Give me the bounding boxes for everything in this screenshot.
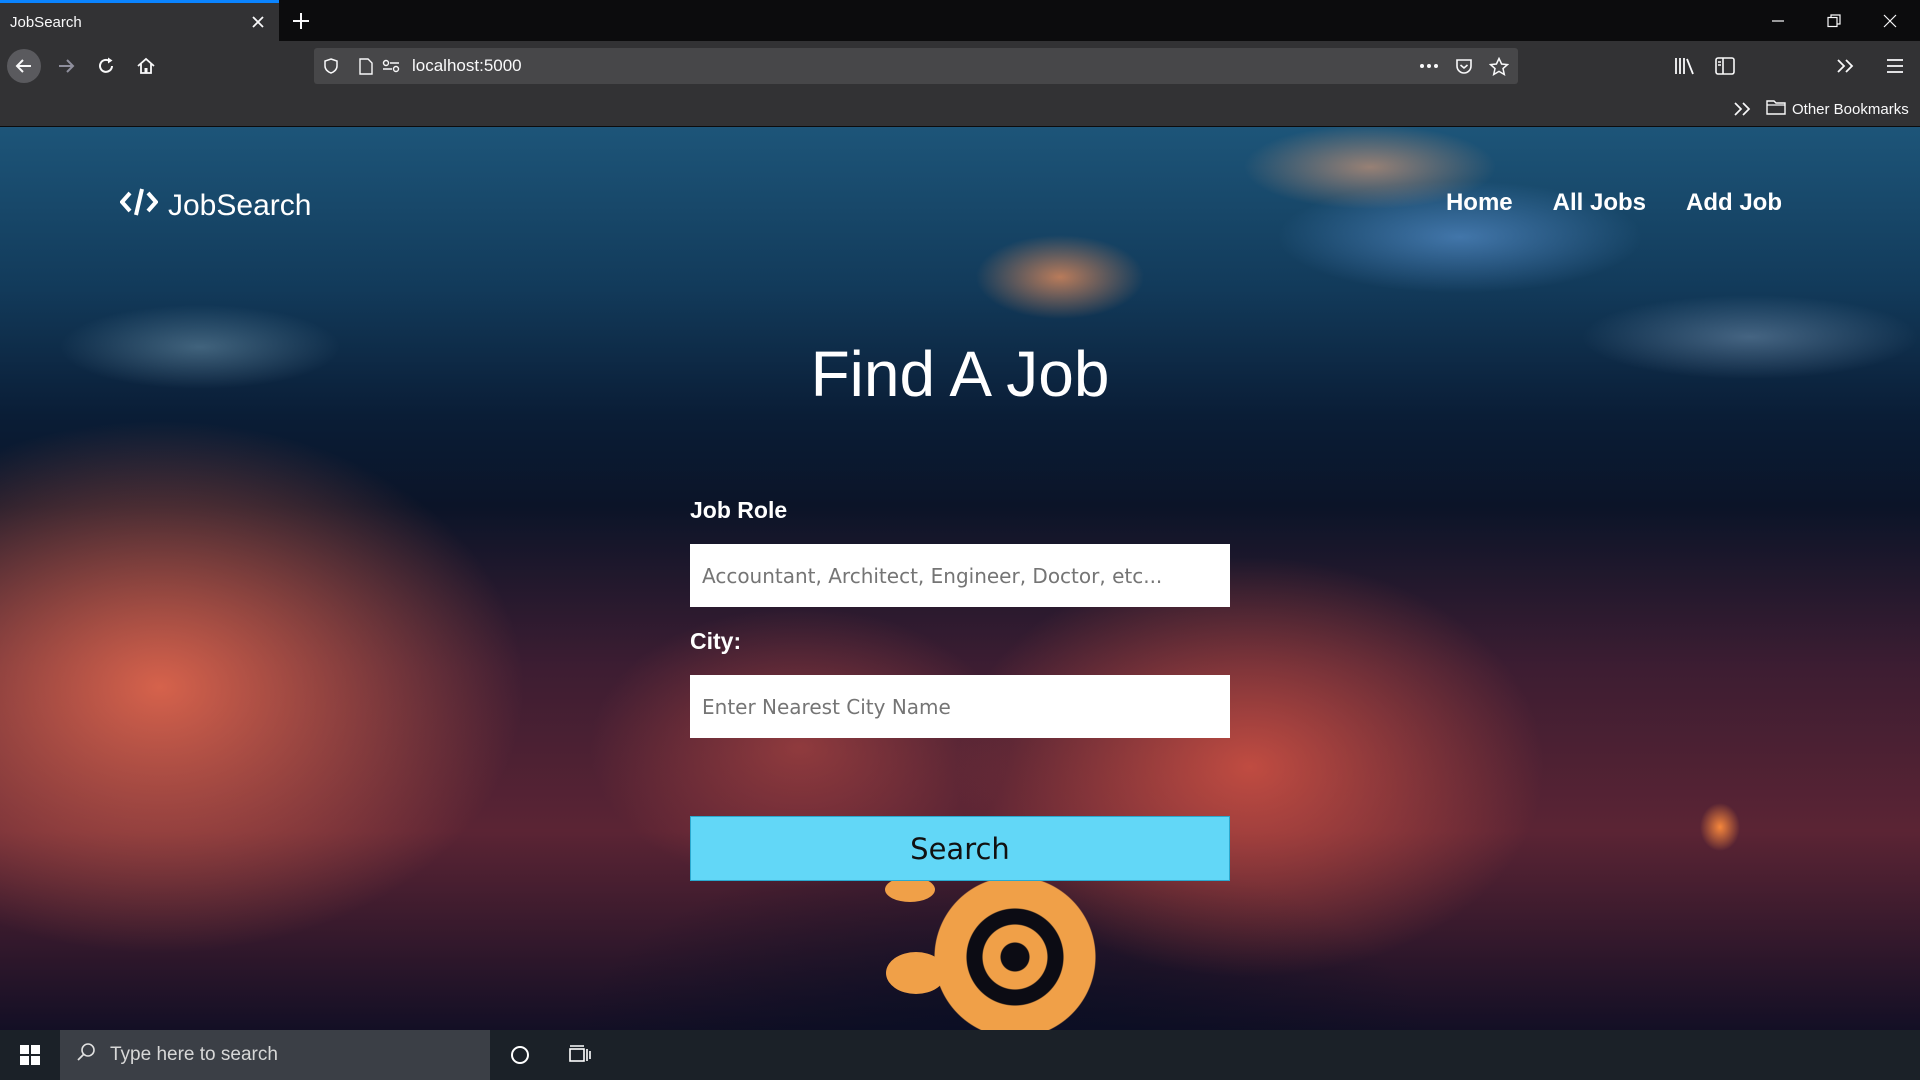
folder-icon xyxy=(1766,99,1786,119)
sidebar-icon[interactable] xyxy=(1708,49,1742,83)
close-tab-icon[interactable] xyxy=(247,11,269,33)
city-label: City: xyxy=(690,628,742,654)
nav-home-link[interactable]: Home xyxy=(1446,189,1513,217)
back-icon[interactable] xyxy=(7,49,41,83)
new-tab-icon[interactable] xyxy=(286,6,316,36)
windows-start-icon[interactable] xyxy=(0,1030,60,1080)
page-icon xyxy=(355,48,377,84)
reload-icon[interactable] xyxy=(89,49,123,83)
close-window-icon[interactable] xyxy=(1862,0,1918,41)
site-brand[interactable]: JobSearch xyxy=(119,187,312,225)
hamburger-menu-icon[interactable] xyxy=(1878,49,1912,83)
tab-title: JobSearch xyxy=(10,13,82,31)
site-brand-label: JobSearch xyxy=(168,189,312,222)
bookmarks-toolbar: Other Bookmarks xyxy=(0,91,1920,127)
page-actions-icon[interactable] xyxy=(1418,48,1440,84)
city-input[interactable] xyxy=(690,675,1230,738)
other-bookmarks-folder[interactable]: Other Bookmarks xyxy=(1766,91,1909,127)
nav-add-job-link[interactable]: Add Job xyxy=(1686,189,1782,217)
taskbar-search-placeholder: Type here to search xyxy=(110,1044,278,1065)
cortana-icon[interactable] xyxy=(495,1030,545,1080)
code-icon xyxy=(119,187,159,225)
search-button[interactable]: Search xyxy=(690,816,1230,881)
browser-toolbar: localhost:5000 xyxy=(0,41,1920,91)
task-view-icon[interactable] xyxy=(555,1030,605,1080)
permissions-icon[interactable] xyxy=(380,48,402,84)
other-bookmarks-label: Other Bookmarks xyxy=(1792,100,1909,118)
page-hero-background: JobSearch Home All Jobs Add Job Find A J… xyxy=(0,127,1920,1030)
job-search-form: Job Role City: xyxy=(690,497,1230,738)
home-icon[interactable] xyxy=(129,49,163,83)
forward-icon[interactable] xyxy=(49,49,83,83)
overflow-chevron-icon[interactable] xyxy=(1828,49,1862,83)
restore-window-icon[interactable] xyxy=(1806,0,1862,41)
url-text: localhost:5000 xyxy=(412,56,522,75)
address-bar[interactable]: localhost:5000 xyxy=(314,48,1518,84)
job-role-label: Job Role xyxy=(690,497,788,523)
browser-tab[interactable]: JobSearch xyxy=(0,0,279,41)
shield-icon[interactable] xyxy=(320,48,342,84)
bookmarks-overflow-icon[interactable] xyxy=(1728,95,1756,123)
site-nav: Home All Jobs Add Job xyxy=(1446,189,1782,217)
library-icon[interactable] xyxy=(1668,49,1702,83)
minimize-window-icon[interactable] xyxy=(1750,0,1806,41)
taskbar-search-box[interactable]: Type here to search xyxy=(60,1030,490,1080)
search-icon xyxy=(76,1042,96,1068)
browser-tab-bar: JobSearch xyxy=(0,0,1920,41)
os-taskbar: Type here to search xyxy=(0,1030,1920,1080)
nav-all-jobs-link[interactable]: All Jobs xyxy=(1553,189,1646,217)
pocket-icon[interactable] xyxy=(1453,48,1475,84)
page-title: Find A Job xyxy=(810,338,1110,410)
bookmark-star-icon[interactable] xyxy=(1488,48,1510,84)
job-role-input[interactable] xyxy=(690,544,1230,607)
